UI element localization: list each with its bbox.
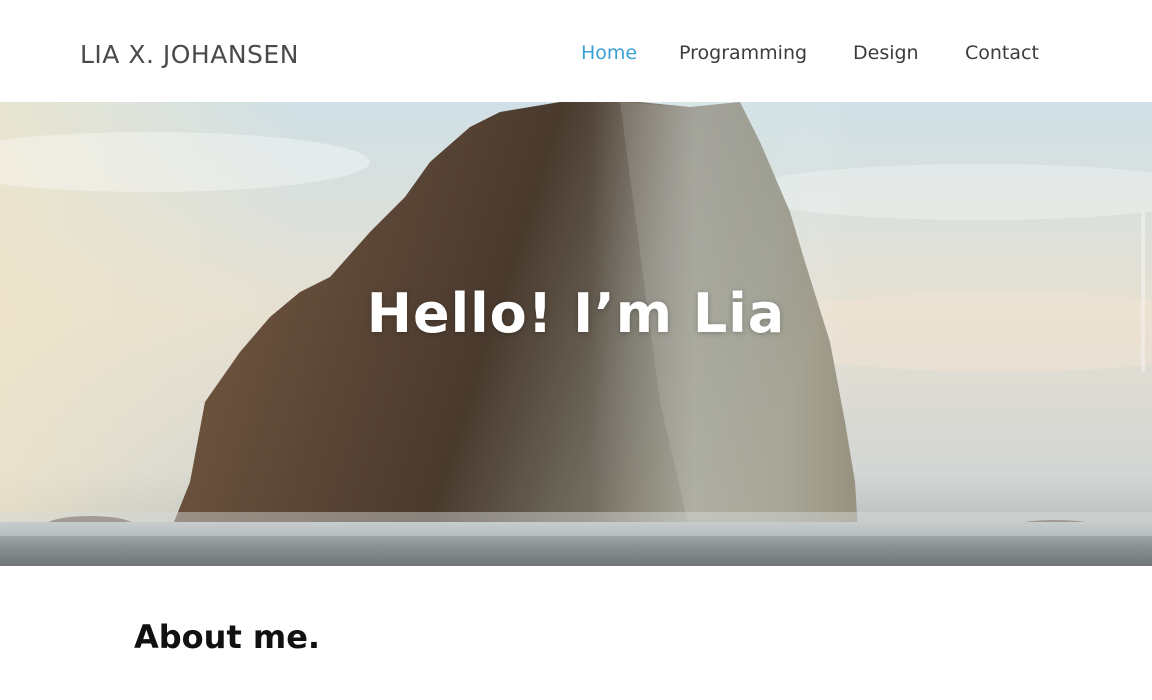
site-header: LIA X. JOHANSEN Home Programming Design … <box>0 0 1152 102</box>
nav-contact-link[interactable]: Contact <box>965 42 1039 64</box>
about-heading: About me. <box>134 618 321 656</box>
page: LIA X. JOHANSEN Home Programming Design … <box>0 0 1152 700</box>
nav-home-link[interactable]: Home <box>581 42 637 64</box>
main-nav: Home Programming Design Contact <box>0 42 1152 72</box>
nav-design-link[interactable]: Design <box>853 42 919 64</box>
hero-scroll-indicator <box>1141 212 1145 372</box>
nav-programming-link[interactable]: Programming <box>679 42 807 64</box>
hero-title: Hello! I’m Lia <box>366 282 786 345</box>
hero-banner: Hello! I’m Lia <box>0 102 1152 566</box>
